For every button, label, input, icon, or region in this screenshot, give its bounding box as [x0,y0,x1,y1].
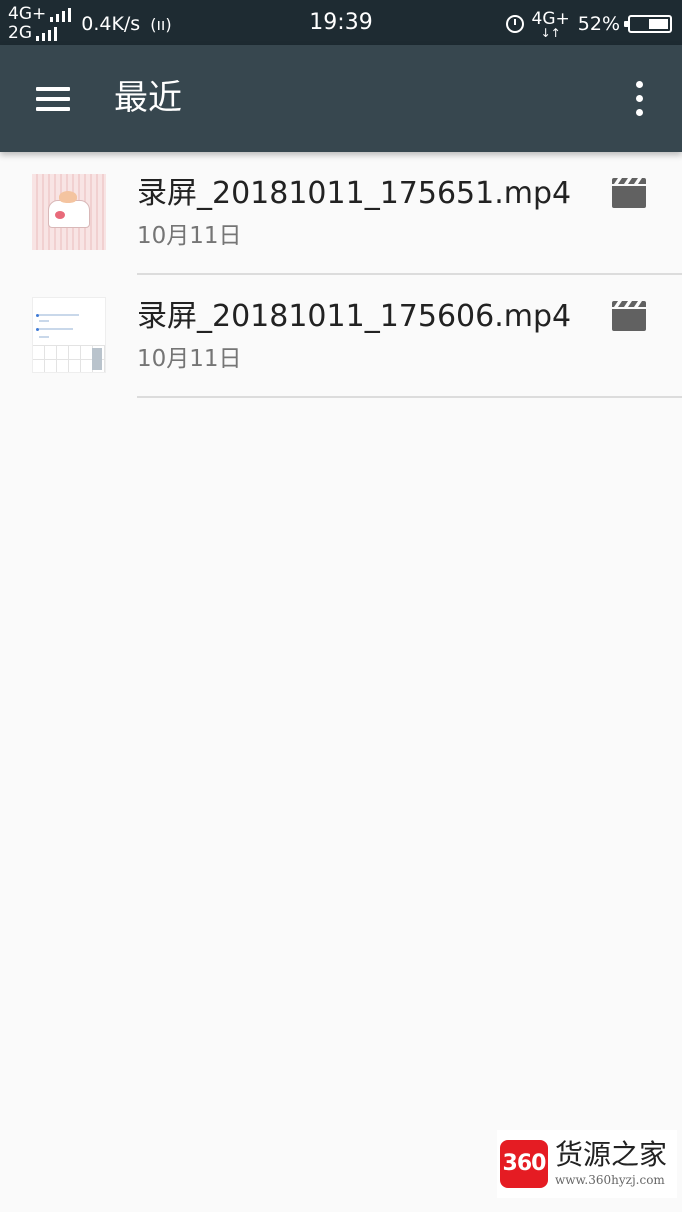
data-arrows-icon: ↓↑ [540,25,561,40]
page-title: 最近 [114,78,182,118]
file-name: 录屏_20181011_175606.mp4 [137,299,572,334]
app-toolbar: 最近 [0,45,682,152]
file-list-item[interactable]: 录屏_20181011_175606.mp4 10月11日 [0,275,682,398]
status-icons: 4G+ ↓↑ 52% [505,6,672,42]
watermark-logo: 360 [500,1140,548,1188]
video-icon [612,301,646,331]
battery-icon [624,15,672,33]
more-options-icon[interactable] [628,81,652,117]
divider [137,396,682,398]
battery-percent: 52% [577,13,620,35]
status-bar: 4G+ 2G 0.4K/s (ıı) 19:39 4G+ ↓↑ 52% [0,0,682,45]
video-thumbnail [32,297,106,373]
site-watermark: 360 货源之家 www.360hyzj.com [497,1130,677,1198]
file-date: 10月11日 [137,223,242,249]
file-date: 10月11日 [137,346,242,372]
watermark-url: www.360hyzj.com [555,1173,665,1187]
watermark-name: 货源之家 [555,1138,668,1171]
data-indicator: 4G+ ↓↑ [532,10,570,40]
file-list-item[interactable]: 录屏_20181011_175651.mp4 10月11日 [0,152,682,275]
menu-icon[interactable] [36,87,70,111]
file-name: 录屏_20181011_175651.mp4 [137,176,572,211]
battery-fill [649,19,668,29]
alarm-icon [505,15,524,33]
recent-files-list: 录屏_20181011_175651.mp4 10月11日 录屏_2018101… [0,152,682,398]
video-thumbnail [32,174,106,250]
video-icon [612,178,646,208]
